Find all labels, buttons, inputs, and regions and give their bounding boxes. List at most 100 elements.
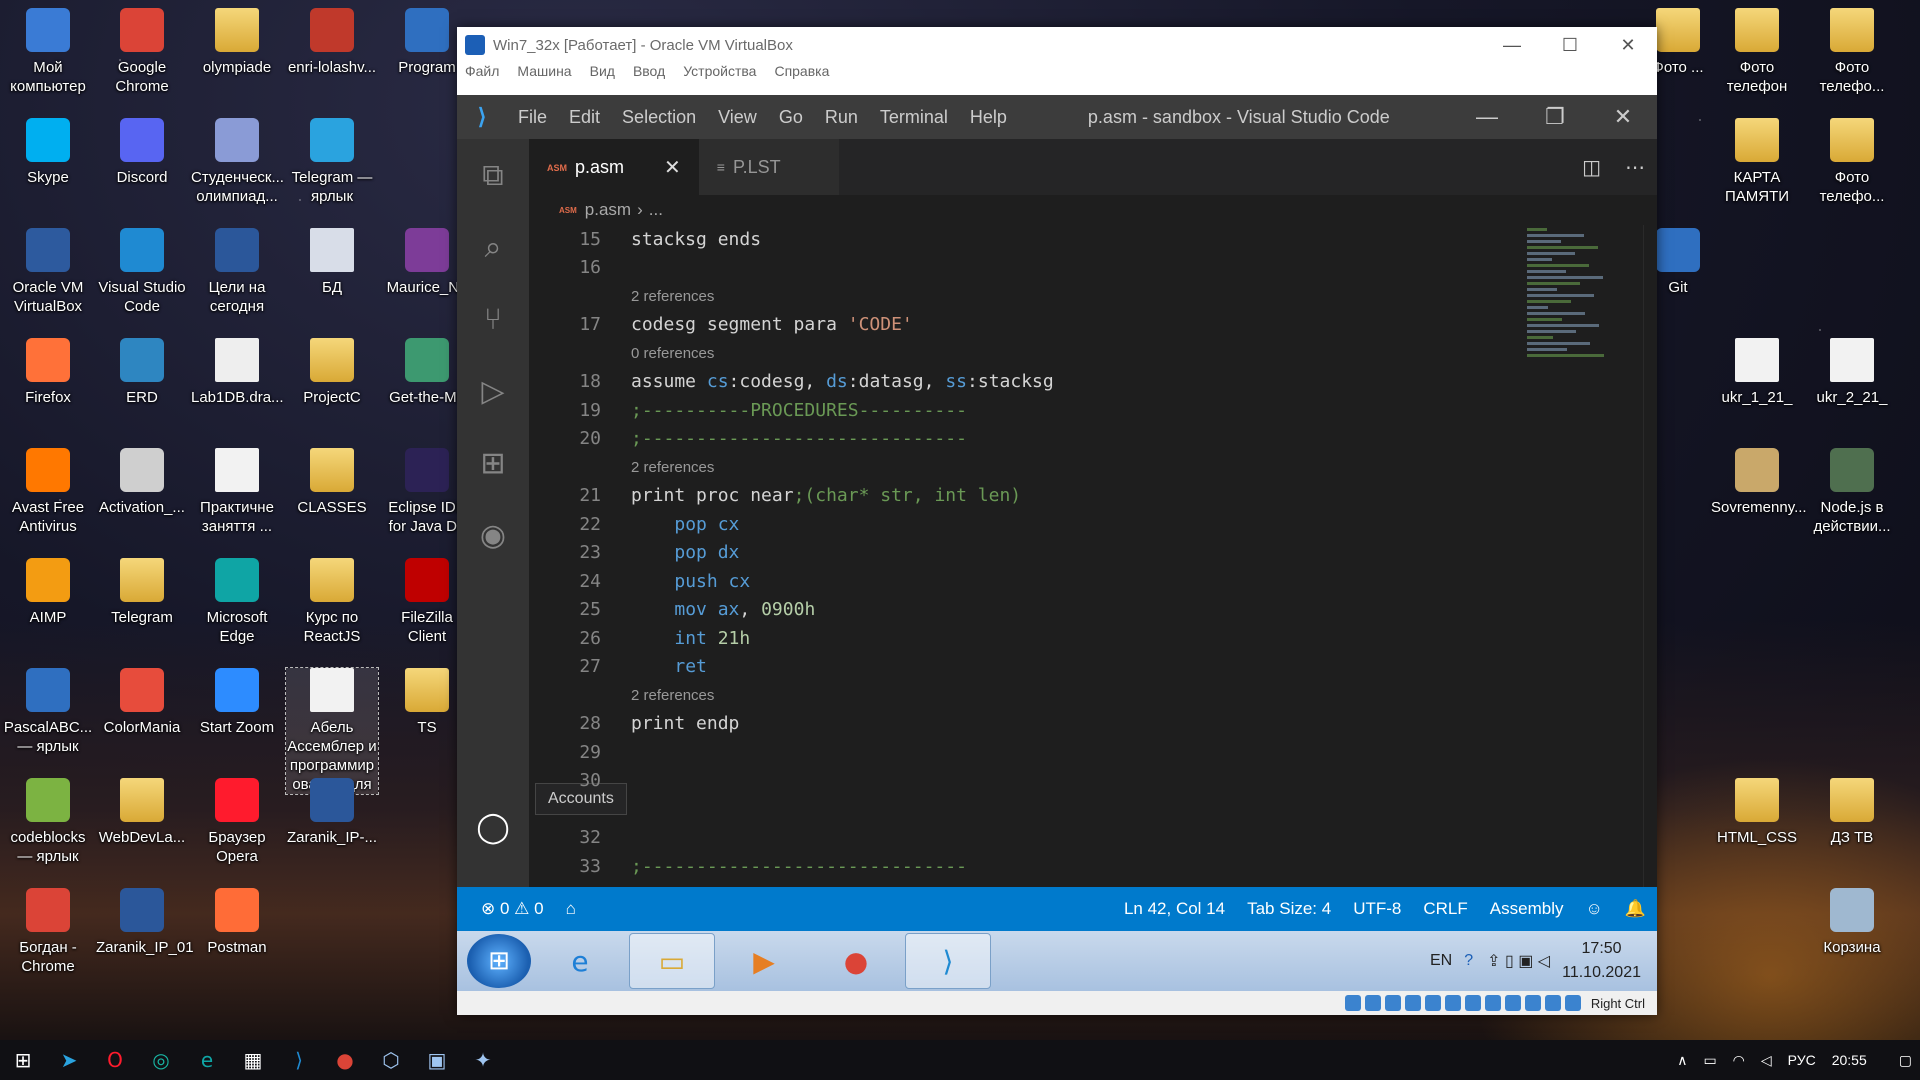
explorer-icon[interactable]: ⧉	[457, 139, 529, 211]
gitkraken-icon[interactable]: ◎	[138, 1040, 184, 1080]
desktop-icon[interactable]: КАРТА ПАМЯТИ	[1711, 118, 1803, 206]
code-line[interactable]: 24 push cx	[529, 567, 1537, 596]
remote-icon[interactable]: ◉	[457, 499, 529, 571]
notification-center-icon[interactable]: ▢	[1899, 1052, 1912, 1069]
desktop-icon[interactable]: Skype	[2, 118, 94, 187]
guest-screen[interactable]: ⟩ File Edit Selection View Go Run Terminal Help…	[457, 95, 1657, 1015]
virtualbox-vm-icon[interactable]: ▣	[414, 1040, 460, 1080]
host-time[interactable]: 20:55	[1832, 1052, 1867, 1068]
breadcrumb-file[interactable]: p.asm	[585, 200, 631, 220]
edge-icon[interactable]: e	[184, 1040, 230, 1080]
windows-start-icon[interactable]: ⊞	[0, 1040, 46, 1080]
desktop-icon[interactable]: Абель Ассемблер и программир ование для	[285, 667, 379, 795]
desktop-icon[interactable]: WebDevLa...	[96, 778, 188, 847]
desktop-icon[interactable]: Zaranik_IP_01	[96, 888, 194, 957]
desktop-icon[interactable]: Студенческ... олимпиад...	[191, 118, 284, 206]
virtualbox-device-icons[interactable]	[1343, 995, 1583, 1011]
desktop-icon[interactable]: AIMP	[2, 558, 94, 627]
host-language[interactable]: РУС	[1788, 1052, 1816, 1068]
code-line[interactable]: 18 assume cs:codesg, ds:datasg, ss:stacks…	[529, 368, 1537, 397]
desktop-icon[interactable]: PascalABC... — ярлык	[2, 668, 94, 756]
code-line[interactable]: 28 print endp	[529, 710, 1537, 739]
vscode-icon[interactable]: ⟩	[276, 1040, 322, 1080]
code-line[interactable]: 29	[529, 738, 1537, 767]
desktop-icon[interactable]: enri-lolashv...	[286, 8, 378, 77]
chrome-icon[interactable]: ●	[813, 933, 899, 989]
vscode-menu-item[interactable]: File	[518, 107, 547, 127]
help-icon[interactable]: ?	[1464, 952, 1473, 970]
tab-p-lst[interactable]: ≡ P.LST	[698, 139, 839, 195]
desktop-icon[interactable]: Браузер Opera	[191, 778, 283, 866]
notifications-bell-icon[interactable]: 🔔	[1625, 899, 1646, 919]
accounts-icon[interactable]: ◯	[457, 791, 529, 863]
vscode-menu-item[interactable]: Go	[779, 107, 803, 127]
vscode-menu-item[interactable]: Selection	[622, 107, 696, 127]
desktop-icon[interactable]: HTML_CSS	[1711, 778, 1803, 847]
vscode-close-button[interactable]: ✕	[1589, 104, 1657, 130]
desktop-icon[interactable]: Node.js в действии...	[1806, 448, 1898, 536]
desktop-icon[interactable]: ukr_1_21_	[1711, 338, 1803, 407]
language-indicator[interactable]: EN	[1430, 952, 1452, 970]
desktop-icon[interactable]: Avast Free Antivirus	[2, 448, 94, 536]
code-line[interactable]: 21 print proc near;(char* str, int len)	[529, 482, 1537, 511]
code-line[interactable]: 22 pop cx	[529, 510, 1537, 539]
volume-icon[interactable]: ◁	[1761, 1052, 1772, 1069]
vscode-taskbar-icon[interactable]: ⟩	[905, 933, 991, 989]
windows7-start-button[interactable]: ⊞	[467, 934, 531, 988]
codelens-references[interactable]: 2 references	[529, 681, 1537, 710]
code-line[interactable]: 23 pop dx	[529, 539, 1537, 568]
code-editor[interactable]: 15 stacksg ends 16 2 references 17 codesg seg…	[529, 225, 1537, 887]
desktop-icon[interactable]: Sovremenny...	[1711, 448, 1807, 517]
vbox-menu-item[interactable]: Файл	[465, 63, 499, 87]
split-editor-icon[interactable]: ◫	[1582, 155, 1601, 179]
desktop-icon[interactable]: Мой компьютер	[2, 8, 94, 96]
codelens-references[interactable]: 2 references	[529, 282, 1537, 311]
desktop-icon[interactable]: Oracle VM VirtualBox	[2, 228, 94, 316]
virtualbox-icon[interactable]: ⬡	[368, 1040, 414, 1080]
calculator-icon[interactable]: ▦	[230, 1040, 276, 1080]
vscode-restore-button[interactable]: ❐	[1521, 104, 1589, 130]
desktop-icon[interactable]: Google Chrome	[96, 8, 188, 96]
more-actions-icon[interactable]: ⋯	[1625, 155, 1645, 179]
desktop-icon[interactable]: Microsoft Edge	[191, 558, 283, 646]
desktop-icon[interactable]: codeblocks — ярлык	[2, 778, 94, 866]
vbox-menu-item[interactable]: Устройства	[683, 63, 756, 87]
vbox-menu-item[interactable]: Вид	[590, 63, 615, 87]
vbox-menu-item[interactable]: Справка	[774, 63, 829, 87]
desktop-icon[interactable]: Фото телефон	[1711, 8, 1803, 96]
problems-status[interactable]: ⊗ 0 ⚠ 0	[481, 899, 544, 919]
desktop-icon[interactable]: ProjectC	[286, 338, 378, 407]
explorer-folder-icon[interactable]: ▭	[629, 933, 715, 989]
code-line[interactable]: 17 codesg segment para 'CODE'	[529, 311, 1537, 340]
code-line[interactable]: 16	[529, 254, 1537, 283]
code-line[interactable]: 30	[529, 767, 1537, 796]
minimap[interactable]	[1527, 225, 1637, 887]
vscode-minimize-button[interactable]: —	[1453, 104, 1521, 130]
desktop-icon[interactable]: olympiade	[191, 8, 283, 77]
minimize-button[interactable]: —	[1483, 35, 1541, 56]
extensions-icon[interactable]: ⊞	[457, 427, 529, 499]
desktop-icon[interactable]: ukr_2_21_	[1806, 338, 1898, 407]
vscode-titlebar[interactable]: ⟩ File Edit Selection View Go Run Terminal Help…	[457, 95, 1657, 139]
desktop-icon[interactable]: Discord	[96, 118, 188, 187]
source-control-icon[interactable]: ⑂	[457, 283, 529, 355]
feedback-icon[interactable]: ☺	[1585, 899, 1602, 919]
desktop-icon[interactable]: Activation_...	[96, 448, 188, 517]
editor-scrollbar[interactable]	[1643, 225, 1657, 887]
vscode-menu-item[interactable]: Run	[825, 107, 858, 127]
desktop-icon[interactable]: Start Zoom	[191, 668, 283, 737]
desktop-icon[interactable]: Zaranik_IP-...	[286, 778, 378, 847]
desktop-icon[interactable]: Фото телефо...	[1806, 118, 1898, 206]
codelens-references[interactable]	[529, 795, 1537, 824]
vscode-window[interactable]: ⟩ File Edit Selection View Go Run Terminal Help…	[457, 95, 1657, 931]
code-line[interactable]: 32	[529, 824, 1537, 853]
home-icon[interactable]: ⌂	[566, 899, 576, 919]
tab-close-icon[interactable]: ✕	[664, 155, 681, 180]
desktop-icon[interactable]: Firefox	[2, 338, 94, 407]
close-button[interactable]: ✕	[1599, 35, 1657, 56]
battery-icon[interactable]: ▭	[1703, 1052, 1716, 1069]
language-mode[interactable]: Assembly	[1490, 899, 1564, 919]
breadcrumb-rest[interactable]: ...	[649, 200, 663, 220]
end-of-line[interactable]: CRLF	[1423, 899, 1467, 919]
internet-explorer-icon[interactable]: e	[537, 933, 623, 989]
